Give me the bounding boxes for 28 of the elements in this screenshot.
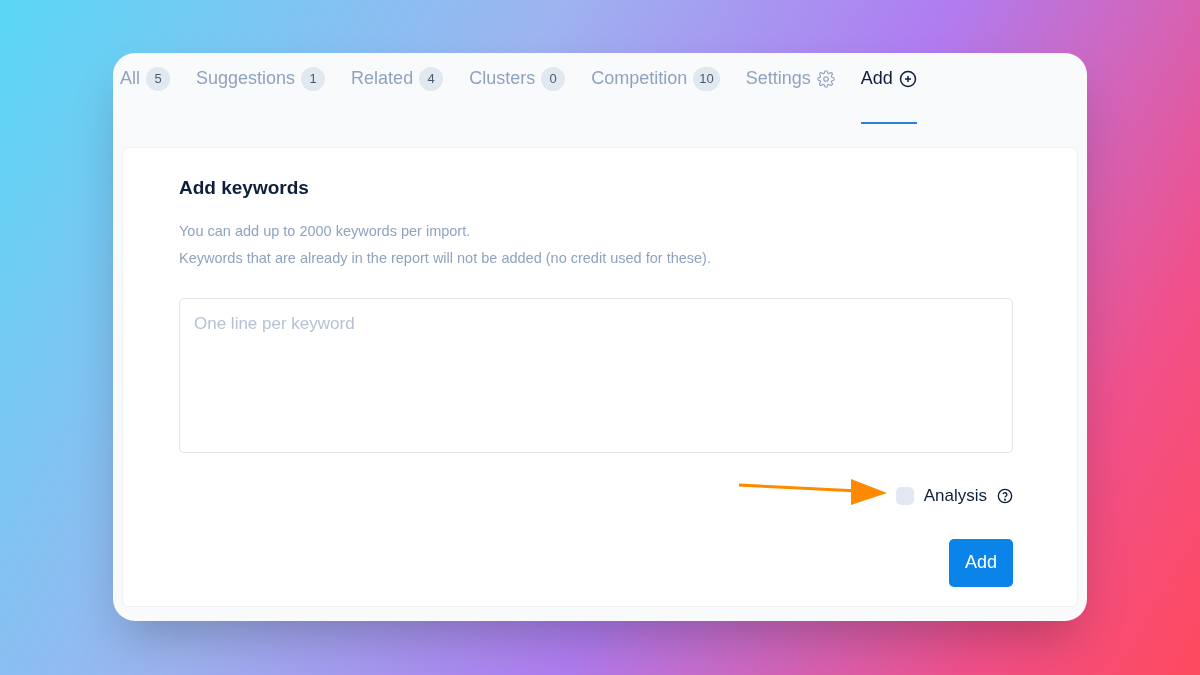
- tab[interactable]: Suggestions 1: [196, 65, 326, 124]
- count-badge: 4: [419, 66, 444, 91]
- tab[interactable]: Related 4: [351, 65, 444, 124]
- gear-icon: [816, 69, 835, 88]
- tab-label: Clusters: [469, 67, 536, 90]
- count-badge: 0: [541, 66, 566, 91]
- tab-label: Suggestions: [196, 67, 296, 90]
- tab-label: Add: [860, 67, 893, 90]
- help-icon[interactable]: [997, 487, 1013, 504]
- count-badge: 5: [146, 66, 170, 91]
- tab-label: All: [120, 67, 140, 90]
- count-badge: 10: [693, 66, 720, 91]
- analysis-label: Analysis: [923, 485, 987, 507]
- tab-label: Competition: [591, 67, 688, 90]
- tab[interactable]: All 5: [120, 65, 170, 124]
- add-button[interactable]: Add: [949, 538, 1013, 587]
- tab[interactable]: Clusters 0: [469, 65, 566, 124]
- count-badge: 1: [301, 66, 326, 91]
- plus-circle-icon: [898, 69, 917, 88]
- tab[interactable]: Competition 10: [591, 65, 720, 124]
- section-title: Add keywords: [179, 176, 310, 200]
- keywords-field[interactable]: One line per keyword: [179, 298, 1013, 453]
- help-text: You can add up to 2000 keywords per import.: [179, 221, 472, 241]
- tab-label: Settings: [745, 67, 811, 90]
- tab[interactable]: Add: [860, 65, 917, 124]
- tab-label: Related: [351, 67, 414, 90]
- analysis-checkbox[interactable]: [895, 486, 914, 505]
- help-text: Keywords that are already in the report will not be added (no credit used for these).: [179, 249, 712, 269]
